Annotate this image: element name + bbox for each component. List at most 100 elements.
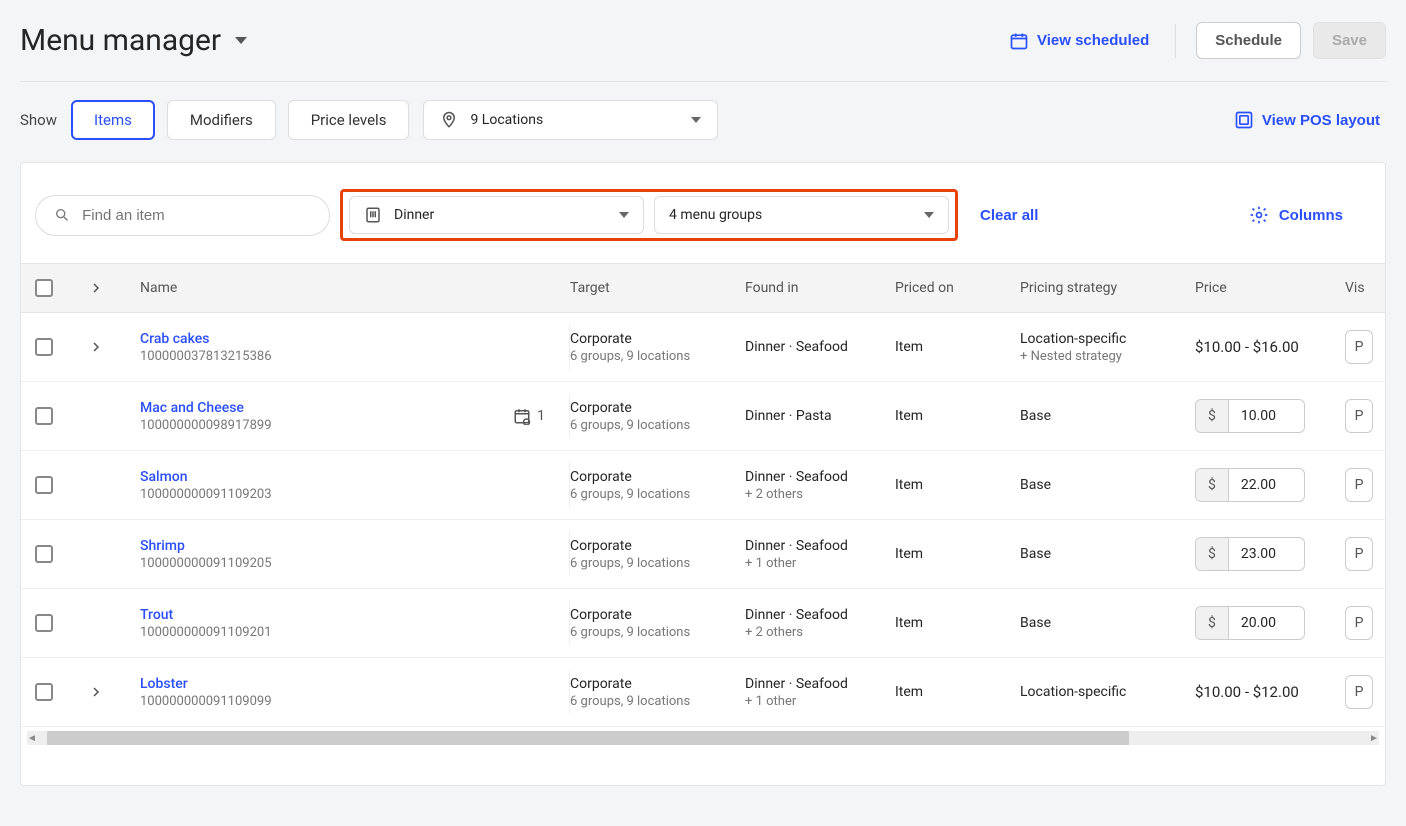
target-sub: 6 groups, 9 locations — [570, 556, 745, 571]
row-checkbox[interactable] — [35, 614, 53, 632]
filters-bar: Dinner 4 menu groups Clear all — [21, 163, 1385, 263]
item-id: 100000000091109203 — [140, 487, 272, 502]
target-sub: 6 groups, 9 locations — [570, 418, 745, 433]
page-title-dropdown[interactable]: Menu manager — [20, 23, 247, 58]
priced-on: Item — [895, 408, 1020, 424]
item-id: 100000000091109205 — [140, 556, 272, 571]
target-sub: 6 groups, 9 locations — [570, 487, 745, 502]
page-header: Menu manager View scheduled Schedule Sav… — [20, 12, 1386, 82]
view-scheduled-button[interactable]: View scheduled — [1003, 30, 1155, 52]
horizontal-scrollbar[interactable]: ◄ ► — [27, 731, 1379, 745]
search-input-wrap[interactable] — [35, 195, 330, 236]
expand-row-toggle[interactable] — [85, 336, 107, 358]
locations-select[interactable]: 9 Locations — [423, 100, 718, 140]
target: Corporate — [570, 469, 745, 485]
chevron-down-icon — [691, 117, 701, 123]
price-value: 23.00 — [1229, 538, 1288, 570]
calendar-icon — [1009, 31, 1029, 51]
found-in: Dinner · Seafood — [745, 607, 895, 623]
price-value: 22.00 — [1229, 469, 1288, 501]
row-checkbox[interactable] — [35, 683, 53, 701]
chevron-down-icon — [924, 212, 934, 218]
price-input[interactable]: $23.00 — [1195, 537, 1305, 571]
row-checkbox[interactable] — [35, 338, 53, 356]
priced-on: Item — [895, 477, 1020, 493]
table-row: Crab cakes100000037813215386Corporate6 g… — [21, 313, 1385, 382]
item-name-link[interactable]: Mac and Cheese — [140, 400, 272, 416]
found-in: Dinner · Seafood — [745, 339, 895, 355]
expand-row-toggle[interactable] — [85, 681, 107, 703]
items-table: Name Target Found in Priced on Pricing s… — [21, 263, 1385, 745]
pricing-strategy: Location-specific — [1020, 331, 1195, 347]
visibility-pill[interactable]: P — [1345, 468, 1373, 502]
visibility-pill[interactable]: P — [1345, 606, 1373, 640]
search-icon — [54, 206, 70, 224]
scheduled-badge[interactable]: 1 — [513, 407, 545, 425]
pricing-strategy-sub: + Nested strategy — [1020, 349, 1195, 364]
priced-on: Item — [895, 615, 1020, 631]
row-checkbox[interactable] — [35, 545, 53, 563]
target: Corporate — [570, 331, 745, 347]
item-name-link[interactable]: Shrimp — [140, 538, 272, 554]
group-filter-select[interactable]: 4 menu groups — [654, 196, 949, 234]
columns-button[interactable]: Columns — [1243, 204, 1349, 226]
found-in-sub: + 1 other — [745, 694, 895, 709]
pricing-strategy: Base — [1020, 477, 1195, 493]
target-sub: 6 groups, 9 locations — [570, 625, 745, 640]
item-id: 100000000091109099 — [140, 694, 272, 709]
price-input[interactable]: $22.00 — [1195, 468, 1305, 502]
clear-filters-button[interactable]: Clear all — [974, 206, 1044, 225]
save-button: Save — [1313, 22, 1386, 59]
target-sub: 6 groups, 9 locations — [570, 349, 745, 364]
priced-on: Item — [895, 339, 1020, 355]
col-price: Price — [1195, 280, 1345, 296]
menu-filter-select[interactable]: Dinner — [349, 196, 644, 234]
found-in: Dinner · Seafood — [745, 469, 895, 485]
price-range: $10.00 - $16.00 — [1195, 338, 1345, 356]
location-icon — [440, 111, 458, 129]
visibility-pill[interactable]: P — [1345, 330, 1373, 364]
pricing-strategy: Base — [1020, 408, 1195, 424]
tab-items[interactable]: Items — [71, 100, 155, 140]
row-checkbox[interactable] — [35, 476, 53, 494]
highlighted-filters: Dinner 4 menu groups — [340, 189, 958, 241]
gear-icon — [1249, 205, 1269, 225]
item-id: 100000000098917899 — [140, 418, 272, 433]
chevron-down-icon — [619, 212, 629, 218]
target: Corporate — [570, 607, 745, 623]
page-title: Menu manager — [20, 23, 221, 58]
search-input[interactable] — [80, 206, 311, 225]
scroll-thumb[interactable] — [47, 731, 1129, 745]
price-value: 20.00 — [1229, 607, 1288, 639]
menu-icon — [364, 206, 382, 224]
col-vis: Vis — [1345, 280, 1385, 296]
header-actions: View scheduled Schedule Save — [1003, 22, 1386, 59]
item-name-link[interactable]: Crab cakes — [140, 331, 272, 347]
item-name-link[interactable]: Lobster — [140, 676, 272, 692]
visibility-pill[interactable]: P — [1345, 675, 1373, 709]
schedule-button[interactable]: Schedule — [1196, 22, 1301, 59]
col-found-in: Found in — [745, 280, 895, 296]
select-all-checkbox[interactable] — [35, 279, 53, 297]
priced-on: Item — [895, 546, 1020, 562]
item-name-link[interactable]: Salmon — [140, 469, 272, 485]
table-row: Mac and Cheese1000000000989178991Corpora… — [21, 382, 1385, 451]
item-name-link[interactable]: Trout — [140, 607, 272, 623]
pricing-strategy: Base — [1020, 546, 1195, 562]
visibility-pill[interactable]: P — [1345, 537, 1373, 571]
found-in-sub: + 1 other — [745, 556, 895, 571]
price-input[interactable]: $10.00 — [1195, 399, 1305, 433]
price-input[interactable]: $20.00 — [1195, 606, 1305, 640]
tab-modifiers[interactable]: Modifiers — [167, 100, 276, 140]
currency-prefix: $ — [1196, 400, 1229, 432]
visibility-pill[interactable]: P — [1345, 399, 1373, 433]
items-panel: Dinner 4 menu groups Clear all — [20, 162, 1386, 786]
expand-all-toggle[interactable] — [85, 277, 107, 299]
view-pos-layout-button[interactable]: View POS layout — [1228, 109, 1386, 131]
tab-price-levels[interactable]: Price levels — [288, 100, 410, 140]
row-checkbox[interactable] — [35, 407, 53, 425]
price-range: $10.00 - $12.00 — [1195, 683, 1345, 701]
currency-prefix: $ — [1196, 469, 1229, 501]
table-row: Salmon 100000000091109203 Corporate 6 group… — [21, 451, 1385, 520]
col-name: Name — [140, 280, 570, 296]
